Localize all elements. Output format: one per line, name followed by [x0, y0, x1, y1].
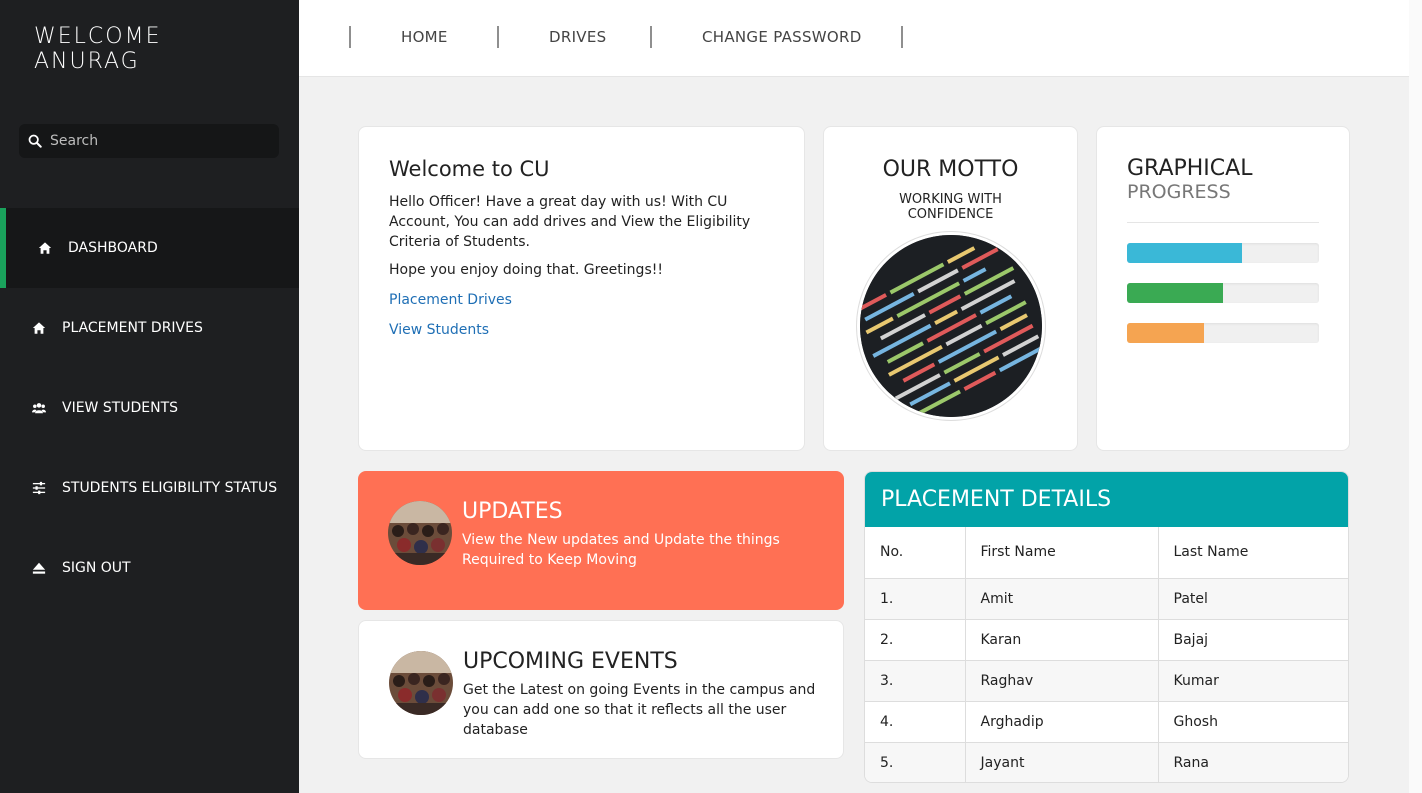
cell-last-name: Ghosh	[1158, 701, 1348, 743]
brand-line-1: WELCOME	[34, 24, 162, 49]
cell-no: 5.	[865, 742, 966, 782]
welcome-brand: WELCOME ANURAG	[34, 24, 161, 74]
view-students-link[interactable]: View Students	[389, 322, 489, 338]
graph-title: GRAPHICAL	[1127, 156, 1253, 181]
users-icon	[32, 401, 46, 415]
sidebar-item-view-students[interactable]: VIEW STUDENTS	[0, 368, 299, 448]
sidebar-item-label: SIGN OUT	[62, 560, 131, 576]
progress-fill-1	[1127, 243, 1243, 263]
placement-table: No. First Name Last Name 1. Amit Patel 2…	[865, 527, 1348, 782]
column-header-last-name: Last Name	[1158, 527, 1348, 579]
placement-drives-link[interactable]: Placement Drives	[389, 292, 512, 308]
placement-details-title: PLACEMENT DETAILS	[865, 472, 1348, 527]
top-navbar: HOME DRIVES CHANGE PASSWORD	[299, 0, 1409, 77]
motto-sub-line-2: CONFIDENCE	[907, 207, 994, 222]
sidebar-item-label: DASHBOARD	[68, 240, 158, 256]
table-row: 3. Raghav Kumar	[865, 660, 1348, 702]
table-row: 4. Arghadip Ghosh	[865, 701, 1348, 743]
search-input[interactable]	[50, 133, 260, 149]
cell-last-name: Rana	[1158, 742, 1348, 782]
table-header-row: No. First Name Last Name	[865, 527, 1348, 579]
cell-last-name: Bajaj	[1158, 619, 1348, 661]
search-icon	[28, 134, 42, 148]
search-box[interactable]	[19, 124, 279, 158]
updates-title: UPDATES	[462, 499, 563, 524]
home-icon	[32, 321, 46, 335]
motto-sub-line-1: WORKING WITH	[899, 192, 1002, 207]
sidebar-item-label: VIEW STUDENTS	[62, 400, 179, 416]
sidebar-item-eligibility-status[interactable]: STUDENTS ELIGIBILITY STATUS	[0, 448, 299, 528]
code-image	[857, 232, 1045, 420]
motto-card: OUR MOTTO WORKING WITH CONFIDENCE	[823, 126, 1078, 451]
progress-bar	[1127, 323, 1319, 343]
progress-bar	[1127, 283, 1319, 303]
cell-no: 2.	[865, 619, 966, 661]
sliders-icon	[32, 481, 46, 495]
nav-link-drives[interactable]: DRIVES	[549, 28, 606, 46]
progress-fill-2	[1127, 283, 1223, 303]
nav-divider	[497, 26, 499, 48]
nav-link-home[interactable]: HOME	[401, 28, 448, 46]
nav-divider	[901, 26, 903, 48]
motto-subtitle: WORKING WITH CONFIDENCE	[824, 192, 1077, 222]
cell-no: 1.	[865, 578, 966, 620]
placement-details-panel: PLACEMENT DETAILS No. First Name Last Na…	[864, 471, 1349, 783]
cell-first-name: Amit	[965, 578, 1159, 620]
cell-no: 3.	[865, 660, 966, 702]
brand-line-2: ANURAG	[34, 49, 140, 74]
graph-subtitle: PROGRESS	[1127, 181, 1231, 203]
nav-divider	[349, 26, 351, 48]
welcome-text: Hello Officer! Have a great day with us!…	[389, 194, 751, 250]
updates-card[interactable]: UPDATES View the New updates and Update …	[358, 471, 844, 610]
table-row: 1. Amit Patel	[865, 578, 1348, 620]
sidebar-item-label: STUDENTS ELIGIBILITY STATUS	[62, 480, 278, 496]
greeting-text: Hope you enjoy doing that. Greetings!!	[389, 262, 663, 278]
motto-title: OUR MOTTO	[882, 157, 1019, 182]
events-text: Get the Latest on going Events in the ca…	[463, 682, 816, 738]
column-header-no: No.	[865, 527, 966, 579]
sidebar-item-sign-out[interactable]: SIGN OUT	[0, 528, 299, 608]
updates-text: View the New updates and Update the thin…	[462, 532, 780, 568]
cell-first-name: Karan	[965, 619, 1159, 661]
sidebar: WELCOME ANURAG DASHBOARD PLACEMENT DRIVE…	[0, 0, 299, 793]
cell-no: 4.	[865, 701, 966, 743]
sidebar-item-placement-drives[interactable]: PLACEMENT DRIVES	[0, 288, 299, 368]
welcome-card: Welcome to CU Hello Officer! Have a grea…	[358, 126, 805, 451]
crowd-photo	[388, 501, 452, 565]
progress-fill-3	[1127, 323, 1204, 343]
sidebar-item-dashboard[interactable]: DASHBOARD	[0, 208, 299, 288]
divider	[1127, 222, 1319, 223]
cell-last-name: Kumar	[1158, 660, 1348, 702]
table-row: 2. Karan Bajaj	[865, 619, 1348, 661]
cell-first-name: Raghav	[965, 660, 1159, 702]
progress-bar	[1127, 243, 1319, 263]
crowd-photo	[389, 651, 453, 715]
home-icon	[38, 241, 52, 255]
sidebar-item-label: PLACEMENT DRIVES	[62, 320, 203, 336]
table-row: 5. Jayant Rana	[865, 742, 1348, 782]
column-header-first-name: First Name	[965, 527, 1159, 579]
scrollbar-track[interactable]	[1409, 0, 1422, 793]
cell-first-name: Arghadip	[965, 701, 1159, 743]
cell-last-name: Patel	[1158, 578, 1348, 620]
nav-divider	[650, 26, 652, 48]
welcome-title: Welcome to CU	[389, 157, 550, 181]
events-title: UPCOMING EVENTS	[463, 649, 678, 674]
nav-link-change-password[interactable]: CHANGE PASSWORD	[702, 28, 862, 46]
eject-icon	[32, 561, 46, 575]
cell-first-name: Jayant	[965, 742, 1159, 782]
graphical-progress-card: GRAPHICAL PROGRESS	[1096, 126, 1350, 451]
upcoming-events-card[interactable]: UPCOMING EVENTS Get the Latest on going …	[358, 620, 844, 759]
